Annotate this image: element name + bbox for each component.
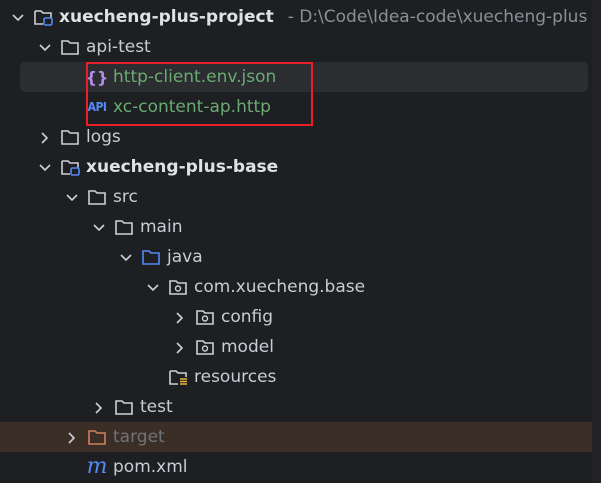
item-name: com.xuecheng.base [194, 277, 366, 297]
module-icon [33, 8, 53, 26]
tree-item-label: com.xuecheng.base [194, 276, 365, 298]
package-icon [195, 308, 215, 326]
tree-item-xuecheng-plus-base[interactable]: xuecheng-plus-base [0, 152, 592, 182]
tree-item-api-test[interactable]: api-test [0, 32, 592, 62]
tree-item-label: pom.xml [113, 456, 188, 478]
item-name: src [113, 187, 138, 207]
tree-item-label: resources [194, 366, 276, 388]
tree-item-label: xuecheng-plus-project - D:\Code\Idea-code… [59, 6, 587, 28]
item-name: config [221, 307, 274, 327]
maven-icon: m [86, 454, 108, 479]
tree-item-xuecheng-plus-project[interactable]: xuecheng-plus-project - D:\Code\Idea-code… [0, 2, 592, 32]
tree-item-com-xuecheng-base[interactable]: com.xuecheng.base [0, 272, 592, 302]
item-name: logs [86, 127, 121, 147]
chevron-down-icon[interactable] [38, 40, 52, 54]
item-name: target [113, 427, 165, 447]
chevron-right-icon[interactable] [173, 340, 187, 354]
folder-icon [60, 38, 80, 56]
package-icon [168, 278, 188, 296]
tree-item-test[interactable]: test [0, 392, 592, 422]
folder-icon [114, 218, 134, 236]
tree-item-pom-xml[interactable]: m pom.xml [0, 452, 592, 482]
tree-item-label: model [221, 336, 274, 358]
item-name: java [167, 247, 203, 267]
chevron-right-icon[interactable] [173, 310, 187, 324]
chevron-down-icon[interactable] [92, 220, 106, 234]
item-name: resources [194, 367, 277, 387]
item-name: main [140, 217, 183, 237]
tree-item-main[interactable]: main [0, 212, 592, 242]
chevron-right-icon[interactable] [38, 130, 52, 144]
item-name: xuecheng-plus-base [86, 157, 279, 177]
tree-item-label: target [113, 426, 165, 448]
chevron-down-icon[interactable] [11, 10, 25, 24]
tree-item-label: main [140, 216, 182, 238]
tree-item-logs[interactable]: logs [0, 122, 592, 152]
tree-item-label: xuecheng-plus-base [86, 156, 278, 178]
tree-item-java[interactable]: java [0, 242, 592, 272]
excluded-folder-icon [87, 428, 107, 446]
chevron-down-icon[interactable] [119, 250, 133, 264]
tree-item-label: src [113, 186, 138, 208]
item-name: pom.xml [113, 457, 188, 477]
project-path: - D:\Code\Idea-code\xuecheng-plus [287, 7, 588, 27]
item-name: api-test [86, 37, 151, 57]
tree-item-label: logs [86, 126, 121, 148]
tree-item-label: java [167, 246, 203, 268]
tree-item-src[interactable]: src [0, 182, 592, 212]
item-name: xuecheng-plus-project [59, 7, 274, 27]
tree-item-label: api-test [86, 36, 151, 58]
scrollbar[interactable] [592, 0, 601, 483]
resources-folder-icon [168, 368, 188, 386]
item-name: model [221, 337, 274, 357]
tree-item-label: config [221, 306, 273, 328]
chevron-down-icon[interactable] [38, 160, 52, 174]
tree-item-target[interactable]: target [0, 422, 601, 452]
tree-item-resources[interactable]: resources [0, 362, 592, 392]
tree-item-config[interactable]: config [0, 302, 592, 332]
chevron-right-icon[interactable] [92, 400, 106, 414]
package-icon [195, 338, 215, 356]
folder-icon [60, 128, 80, 146]
chevron-right-icon[interactable] [65, 430, 79, 444]
item-name: test [140, 397, 173, 417]
module-icon [60, 158, 80, 176]
annotation-highlight-box [86, 62, 313, 126]
chevron-down-icon[interactable] [146, 280, 160, 294]
tree-item-model[interactable]: model [0, 332, 592, 362]
folder-icon [87, 188, 107, 206]
tree-item-label: test [140, 396, 173, 418]
folder-icon [114, 398, 134, 416]
source-folder-icon [141, 248, 161, 266]
chevron-down-icon[interactable] [65, 190, 79, 204]
